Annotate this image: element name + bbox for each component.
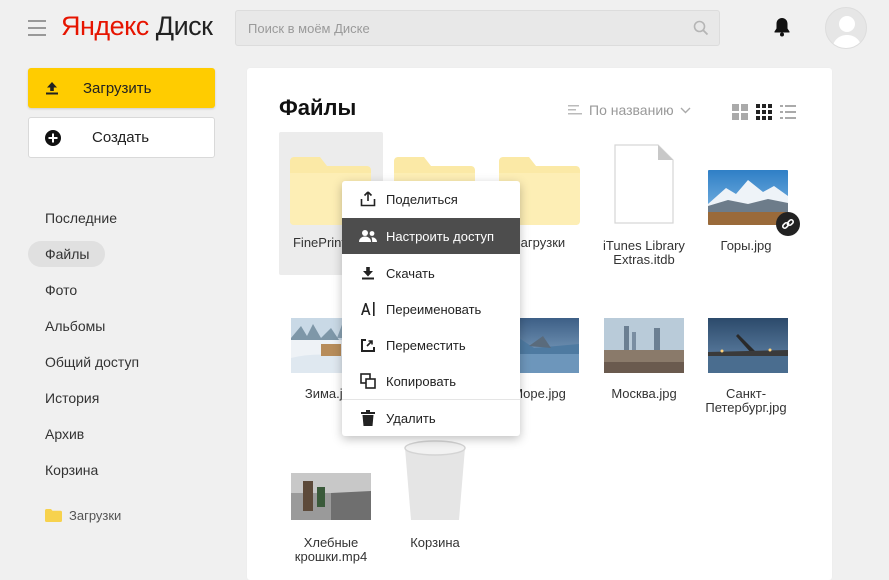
user-icon	[832, 16, 862, 48]
sidebar-item-history[interactable]: История	[28, 380, 218, 416]
sidebar-folder-downloads[interactable]: Загрузки	[45, 508, 121, 523]
move-icon	[359, 337, 377, 353]
image-thumbnail	[708, 170, 788, 225]
file-item-trash[interactable]: Корзина	[383, 440, 487, 565]
sort-label: По названию	[589, 102, 674, 118]
upload-icon	[46, 82, 58, 95]
file-name: Горы.jpg	[720, 238, 772, 253]
sidebar-item-photo[interactable]: Фото	[28, 272, 218, 308]
chevron-down-icon	[680, 107, 691, 113]
sidebar-item-archive[interactable]: Архив	[28, 416, 218, 452]
trash-bin-icon	[404, 440, 466, 520]
view-large-tiles-icon[interactable]	[732, 104, 748, 120]
trash-icon	[359, 410, 377, 426]
file-item-itunes[interactable]: iTunes Library Extras.itdb	[589, 132, 699, 275]
menu-item-download[interactable]: Скачать	[342, 255, 520, 291]
document-icon	[614, 144, 674, 224]
sidebar-item-files[interactable]: Файлы	[28, 236, 218, 272]
menu-item-share[interactable]: Поделиться	[342, 181, 520, 217]
menu-item-copy[interactable]: Копировать	[342, 363, 520, 399]
folder-icon	[45, 509, 62, 522]
upload-button[interactable]: Загрузить	[28, 68, 215, 108]
shared-link-badge	[776, 212, 800, 236]
logo-yandex: Яндекс	[61, 11, 149, 41]
bell-icon[interactable]	[772, 16, 792, 38]
sidebar-item-trash[interactable]: Корзина	[28, 452, 218, 488]
search-box	[235, 10, 720, 46]
sidebar-item-recent[interactable]: Последние	[28, 200, 218, 236]
logo-disk: Диск	[148, 11, 213, 41]
sort-icon	[568, 105, 582, 115]
file-name: iTunes Library Extras.itdb	[603, 238, 685, 267]
logo[interactable]: Яндекс Диск	[61, 11, 213, 42]
menu-item-rename[interactable]: Переименовать	[342, 291, 520, 327]
file-item-moscow[interactable]: Москва.jpg	[589, 300, 693, 410]
file-item-spb[interactable]: Санкт-Петербург.jpg	[694, 300, 798, 415]
file-name: Хлебные крошки.mp4	[294, 535, 368, 564]
image-thumbnail	[708, 318, 788, 373]
menu-item-access-settings[interactable]: Настроить доступ	[342, 218, 520, 254]
sidebar-item-albums[interactable]: Альбомы	[28, 308, 218, 344]
link-icon	[781, 218, 795, 230]
file-item-mountains[interactable]: Горы.jpg	[694, 132, 800, 275]
menu-item-delete[interactable]: Удалить	[342, 400, 520, 436]
search-input[interactable]	[236, 11, 676, 45]
copy-icon	[359, 373, 377, 389]
context-menu: Поделиться Настроить доступ Скачать Пере…	[342, 181, 520, 436]
menu-item-move[interactable]: Переместить	[342, 327, 520, 363]
upload-label: Загрузить	[83, 79, 152, 97]
search-icon[interactable]	[693, 20, 709, 36]
file-item-video[interactable]: Хлебные крошки.mp4	[279, 465, 383, 565]
file-name: Санкт-Петербург.jpg	[705, 386, 787, 415]
view-switcher	[732, 104, 804, 120]
avatar[interactable]	[825, 7, 867, 49]
plus-circle-icon	[45, 129, 61, 146]
video-thumbnail	[291, 473, 371, 520]
sidebar-nav: Последние Файлы Фото Альбомы Общий досту…	[28, 200, 218, 488]
image-thumbnail	[604, 318, 684, 373]
rename-icon	[359, 301, 377, 317]
users-icon	[359, 229, 377, 243]
view-list-icon[interactable]	[780, 104, 796, 120]
page-title: Файлы	[279, 95, 357, 120]
sidebar-item-shared[interactable]: Общий доступ	[28, 344, 218, 380]
view-small-tiles-icon[interactable]	[756, 104, 772, 120]
menu-icon[interactable]	[28, 20, 46, 36]
create-label: Создать	[92, 129, 150, 146]
file-name: Корзина	[410, 535, 460, 550]
share-icon	[359, 191, 377, 207]
sort-dropdown[interactable]: По названию	[568, 102, 691, 118]
create-button[interactable]: Создать	[28, 117, 215, 158]
download-icon	[359, 266, 377, 280]
file-name: Москва.jpg	[611, 386, 677, 401]
